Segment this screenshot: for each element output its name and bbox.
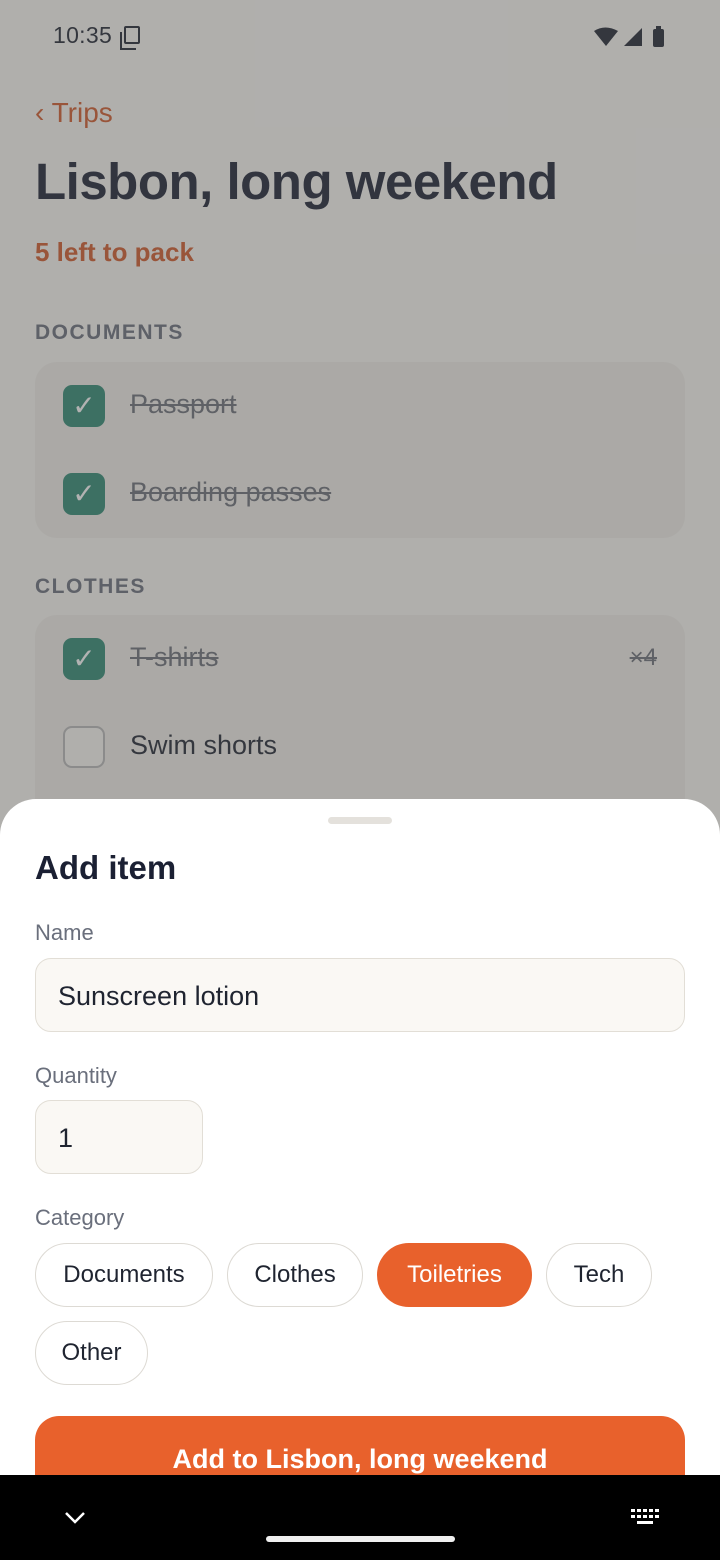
category-chip-documents[interactable]: Documents — [35, 1243, 213, 1307]
category-chip-tech[interactable]: Tech — [546, 1243, 652, 1307]
name-label: Name — [35, 920, 94, 945]
add-item-sheet: Add item Name Sunscreen lotion Quantity … — [0, 799, 720, 1560]
quantity-label: Quantity — [35, 1063, 117, 1088]
name-field[interactable]: Sunscreen lotion — [35, 958, 685, 1032]
category-label: Category — [35, 1205, 125, 1230]
quantity-field[interactable]: 1 — [35, 1100, 203, 1174]
category-chip-other[interactable]: Other — [35, 1321, 148, 1385]
sheet-title: Add item — [35, 849, 177, 886]
quantity-value: 1 — [58, 1123, 74, 1153]
category-chip-clothes[interactable]: Clothes — [227, 1243, 363, 1307]
chevron-down-icon[interactable] — [64, 1511, 86, 1525]
sheet-drag-handle[interactable] — [328, 817, 392, 824]
system-nav-bar — [0, 1475, 720, 1560]
name-value: Sunscreen lotion — [58, 981, 260, 1011]
category-chip-toiletries[interactable]: Toiletries — [377, 1243, 532, 1307]
add-item-button-label: Add to Lisbon, long weekend — [172, 1444, 548, 1474]
keyboard-icon[interactable] — [631, 1509, 661, 1527]
home-gesture-handle[interactable] — [266, 1536, 455, 1542]
